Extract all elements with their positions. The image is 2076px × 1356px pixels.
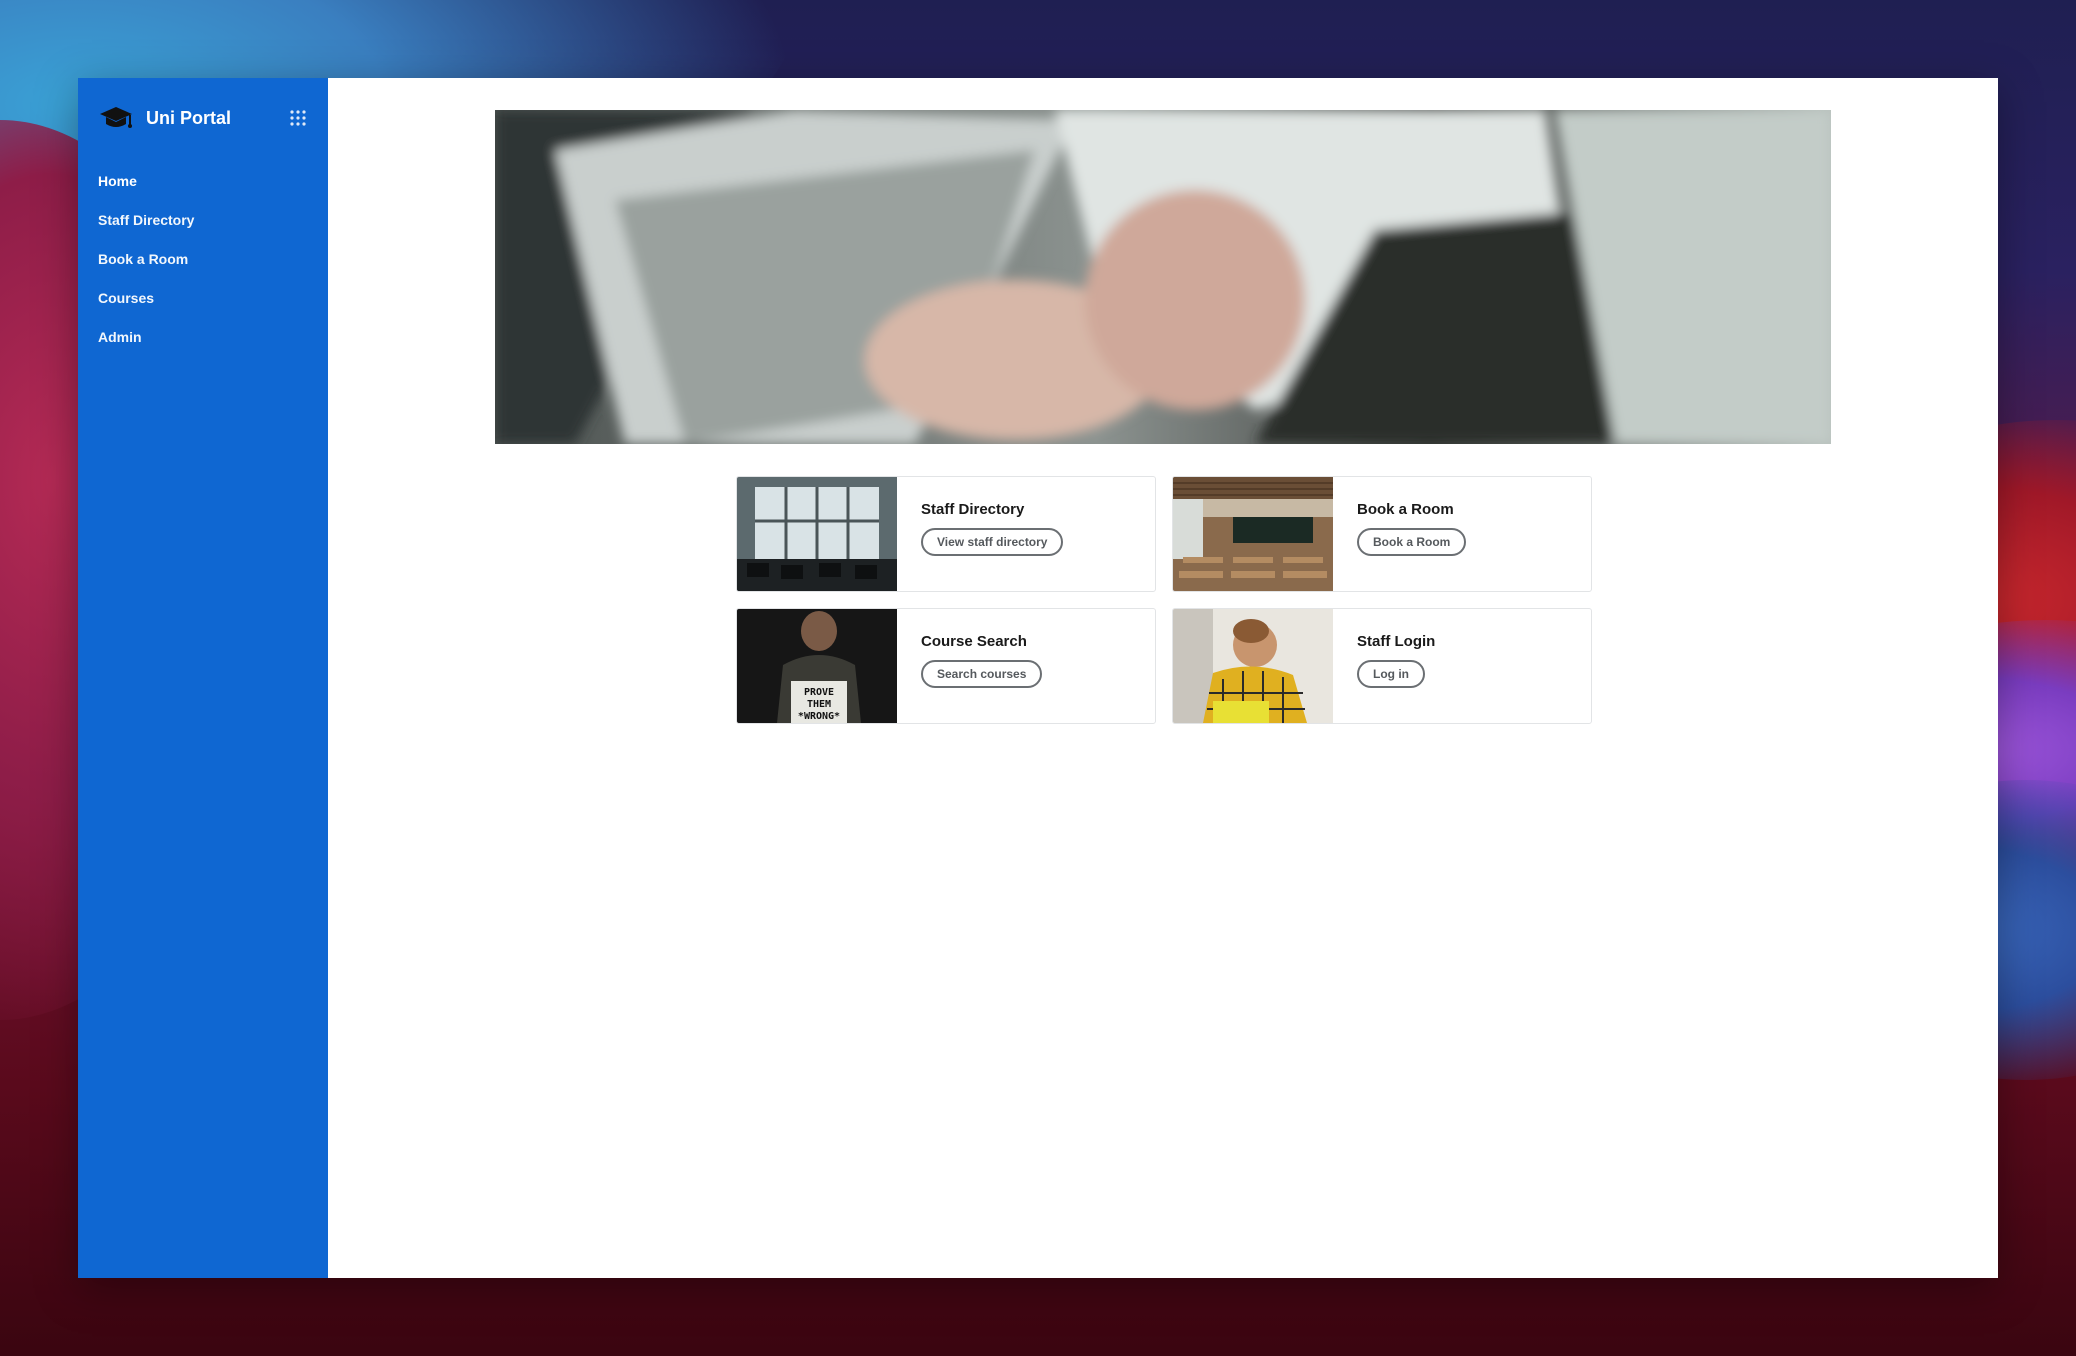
hero-laptop-image [495,110,1831,444]
sidebar-item-admin[interactable]: Admin [78,318,328,357]
log-in-button[interactable]: Log in [1357,660,1425,688]
sidebar-item-staff-directory[interactable]: Staff Directory [78,201,328,240]
brand-header: Uni Portal [98,100,308,136]
card-staff-directory: Staff Directory View staff directory [736,476,1156,592]
card-staff-login: Staff Login Log in [1172,608,1592,724]
card-title: Course Search [921,633,1027,650]
search-courses-button[interactable]: Search courses [921,660,1043,688]
card-course-search: PROVE THEM *WRONG* Course Search Search … [736,608,1156,724]
sidebar-item-courses[interactable]: Courses [78,279,328,318]
app-title: Uni Portal [146,107,232,128]
svg-text:THEM: THEM [807,699,831,710]
sidebar: Uni Portal Home Staff Directory Book a R… [78,78,328,1278]
card-book-a-room: Book a Room Book a Room [1172,476,1592,592]
view-staff-directory-button[interactable]: View staff directory [921,528,1064,556]
card-title: Book a Room [1357,501,1454,518]
graduation-cap-icon [98,105,134,131]
portal-window: Uni Portal Home Staff Directory Book a R… [78,78,1998,1278]
book-a-room-button[interactable]: Book a Room [1357,528,1467,556]
student-yellow-jacket-photo [1173,609,1333,723]
main-content: Staff Directory View staff directory Boo… [328,78,1998,1278]
classroom-windows-photo [737,477,897,591]
svg-text:PROVE: PROVE [804,687,834,698]
sidebar-item-home[interactable]: Home [78,162,328,201]
prove-them-wrong-photo: PROVE THEM *WRONG* [737,609,897,723]
quick-link-cards: Staff Directory View staff directory Boo… [736,476,1592,724]
card-title: Staff Directory [921,501,1025,518]
svg-text:*WRONG*: *WRONG* [798,711,840,722]
sidebar-item-book-a-room[interactable]: Book a Room [78,240,328,279]
sidebar-nav: Home Staff Directory Book a Room Courses… [78,162,328,357]
card-title: Staff Login [1357,633,1436,650]
apps-grid-icon[interactable] [288,108,308,128]
lecture-room-photo [1173,477,1333,591]
